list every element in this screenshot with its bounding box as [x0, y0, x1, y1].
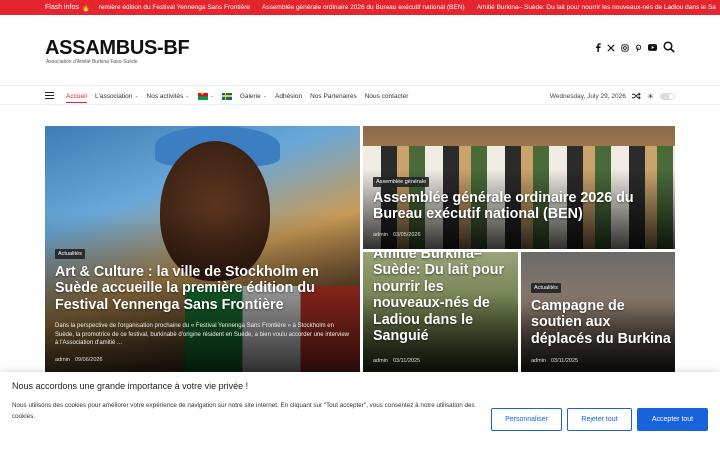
search-icon[interactable]: [663, 41, 675, 53]
featured-posts-grid: Actualités Art & Culture : la ville de S…: [45, 126, 675, 372]
chevron-down-icon: ⌄: [134, 93, 139, 99]
post-author[interactable]: admin: [55, 357, 70, 363]
cookie-text: Nous utilisons des cookies pour améliore…: [12, 402, 475, 421]
nav-item-contact[interactable]: Nous contacter: [361, 86, 413, 106]
reject-all-button[interactable]: Rejeter tout: [567, 408, 632, 431]
post-author[interactable]: admin: [531, 358, 546, 364]
nav-item-label: Nous contacter: [364, 92, 409, 100]
post-title[interactable]: Campagne de soutien aux déplacés du Burk…: [531, 298, 671, 347]
pinterest-icon[interactable]: [635, 44, 642, 52]
nav-item-label: Adhésion: [274, 92, 303, 100]
flash-news-bar: Flash infos 🔥 remière édition du Festiva…: [0, 0, 720, 15]
social-links: [595, 43, 657, 52]
post-date: 03/05/2026: [392, 232, 421, 238]
post-meta: admin 03/11/2025: [373, 358, 420, 364]
post-meta: admin 09/06/2026: [55, 357, 103, 363]
post-meta: admin 03/11/2025: [531, 358, 578, 364]
category-badge[interactable]: Actualités: [531, 283, 561, 293]
sweden-flag-icon: [221, 92, 232, 100]
accept-all-button[interactable]: Accepter tout: [637, 408, 708, 431]
cookie-consent-banner: Nous accordons une grande importance à v…: [0, 372, 720, 450]
site-tagline: Association d'Amitié Burkina Faso-Suède: [46, 59, 138, 65]
current-date: Wednesday, July 29, 2026: [549, 92, 626, 100]
post-title[interactable]: Art & Culture : la ville de Stockholm en…: [55, 264, 355, 313]
flash-item[interactable]: Assemblée générale ordinaire 2026 du Bur…: [262, 4, 465, 11]
nav-item-label: Nos Partenaires: [310, 92, 357, 100]
site-logo[interactable]: ASSAMBUS-BF: [45, 37, 190, 60]
nav-item-label: Accueil: [66, 92, 87, 100]
nav-menu: Accueil L'association⌄ Nos activités⌄ ⌄ …: [62, 86, 412, 106]
nav-item-activites[interactable]: Nos activités ⌄: [143, 86, 194, 106]
instagram-icon[interactable]: [621, 43, 629, 52]
fire-icon: 🔥: [81, 4, 91, 12]
dark-mode-toggle[interactable]: [660, 92, 675, 100]
nav-item-accueil[interactable]: Accueil: [62, 86, 91, 106]
nav-item-label: L'association: [94, 92, 133, 100]
flash-item[interactable]: Amitié Burkina– Suède: Du lait pour nour…: [477, 4, 716, 11]
chevron-down-icon: ⌄: [209, 93, 214, 99]
nav-item-label: Galerie: [239, 92, 261, 100]
nav-item-language-sweden[interactable]: [218, 86, 236, 106]
image-overlay: [363, 126, 675, 249]
customize-button[interactable]: Personnaliser: [491, 408, 562, 431]
featured-post[interactable]: Assemblée générale Assemblée générale or…: [363, 126, 675, 249]
chevron-down-icon: ⌄: [262, 93, 267, 99]
post-title[interactable]: Assemblée générale ordinaire 2026 du Bur…: [373, 190, 668, 223]
main-nav: Accueil L'association⌄ Nos activités⌄ ⌄ …: [0, 85, 720, 105]
hamburger-menu-icon[interactable]: [45, 92, 54, 99]
nav-item-language-burkina[interactable]: ⌄: [194, 86, 218, 106]
flash-label-text: Flash infos: [45, 4, 79, 11]
facebook-icon[interactable]: [595, 43, 601, 52]
cookie-title: Nous accordons une grande importance à v…: [12, 381, 249, 391]
post-date: 03/11/2025: [392, 358, 421, 364]
post-excerpt: Dans la perspective de l'organisation pr…: [55, 323, 349, 347]
post-date: 03/11/2025: [550, 358, 579, 364]
nav-item-partenaires[interactable]: Nos Partenaires: [306, 86, 361, 106]
nav-item-adhesion[interactable]: Adhésion: [271, 86, 306, 106]
site-header: ASSAMBUS-BF Association d'Amitié Burkina…: [0, 15, 720, 85]
sun-icon: ☀: [646, 91, 654, 101]
chevron-down-icon: ⌄: [185, 93, 190, 99]
flash-label: Flash infos 🔥: [0, 4, 91, 12]
post-author[interactable]: admin: [373, 358, 388, 364]
shuffle-icon[interactable]: [631, 92, 641, 100]
nav-right: Wednesday, July 29, 2026 ☀: [550, 86, 675, 106]
post-title[interactable]: Amitié Burkina– Suède: Du lait pour nour…: [373, 252, 513, 345]
nav-item-galerie[interactable]: Galerie ⌄: [236, 86, 271, 106]
post-author[interactable]: admin: [373, 232, 388, 238]
flash-item[interactable]: remière édition du Festival Yennenga San…: [99, 4, 250, 11]
post-meta: admin 03/05/2026: [373, 232, 421, 238]
post-date: 09/06/2026: [74, 357, 103, 363]
featured-post[interactable]: Amitié Burkina– Suède: Du lait pour nour…: [363, 252, 518, 372]
nav-item-label: Nos activités: [146, 92, 184, 100]
category-badge[interactable]: Assemblée générale: [373, 177, 430, 187]
flash-ticker: remière édition du Festival Yennenga San…: [99, 4, 716, 11]
category-badge[interactable]: Actualités: [55, 249, 85, 259]
x-icon[interactable]: [607, 43, 615, 52]
featured-post[interactable]: Actualités Campagne de soutien aux dépla…: [521, 252, 675, 372]
nav-item-association[interactable]: L'association ⌄: [91, 86, 143, 106]
youtube-icon[interactable]: [648, 44, 657, 51]
featured-post-main[interactable]: Actualités Art & Culture : la ville de S…: [45, 126, 360, 372]
burkina-flag-icon: [197, 91, 208, 100]
